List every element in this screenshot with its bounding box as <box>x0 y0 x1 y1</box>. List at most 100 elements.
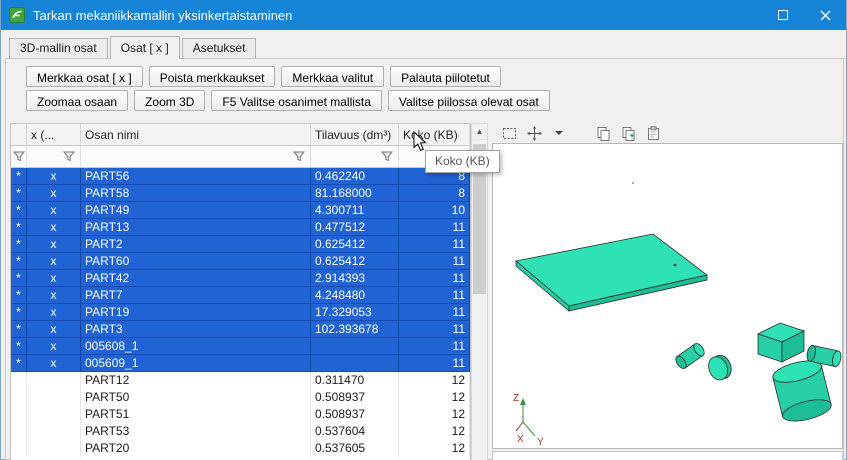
cell-vol[interactable]: 0.508937 <box>311 406 399 423</box>
cell-size[interactable]: 11 <box>399 287 470 304</box>
cell-mark[interactable]: * <box>11 287 27 304</box>
model-disc[interactable] <box>705 352 734 382</box>
cell-size[interactable]: 12 <box>399 372 470 389</box>
cell-vol[interactable]: 0.537604 <box>311 423 399 440</box>
merkkaa-valitut-button[interactable]: Merkkaa valitut <box>281 66 384 87</box>
cell-name[interactable]: PART19 <box>81 304 311 321</box>
cell-xcol[interactable] <box>27 372 81 389</box>
zoom-3d-button[interactable]: Zoom 3D <box>134 90 205 111</box>
chevron-down-icon[interactable] <box>550 124 568 142</box>
tab-3d-mallin-osat[interactable]: 3D-mallin osat <box>9 38 108 58</box>
cell-size[interactable]: 11 <box>399 304 470 321</box>
cell-size[interactable]: 11 <box>399 355 470 372</box>
cell-mark[interactable]: * <box>11 338 27 355</box>
table-row[interactable]: *xPART74.24848011 <box>11 287 470 304</box>
cell-vol[interactable]: 2.914393 <box>311 270 399 287</box>
cell-vol[interactable]: 4.248480 <box>311 287 399 304</box>
cell-size[interactable]: 11 <box>399 270 470 287</box>
cell-name[interactable]: PART51 <box>81 406 311 423</box>
viewport-canvas[interactable]: Z X Y <box>492 143 843 449</box>
cell-name[interactable]: PART53 <box>81 423 311 440</box>
table-scrollbar[interactable]: ▲ <box>471 123 488 460</box>
filter-cell-volume[interactable] <box>311 146 399 168</box>
poista-merkkaukset-button[interactable]: Poista merkkaukset <box>149 66 276 87</box>
cell-xcol[interactable] <box>27 440 81 457</box>
cell-vol[interactable] <box>311 338 399 355</box>
cell-name[interactable]: PART12 <box>81 372 311 389</box>
column-header-x[interactable]: x (... <box>27 124 81 146</box>
cell-name[interactable]: PART2 <box>81 236 311 253</box>
cell-name[interactable]: PART60 <box>81 253 311 270</box>
cell-size[interactable]: 8 <box>399 185 470 202</box>
cell-name[interactable]: PART49 <box>81 202 311 219</box>
cell-mark[interactable]: * <box>11 168 27 185</box>
cell-xcol[interactable] <box>27 406 81 423</box>
cell-xcol[interactable]: x <box>27 185 81 202</box>
cell-name[interactable]: PART3 <box>81 321 311 338</box>
valitse-osanimet-button[interactable]: F5 Valitse osanimet mallista <box>211 90 382 111</box>
cell-mark[interactable] <box>11 372 27 389</box>
cell-xcol[interactable]: x <box>27 202 81 219</box>
table-row[interactable]: *xPART560.4622408 <box>11 168 470 185</box>
cell-vol[interactable]: 0.311470 <box>311 372 399 389</box>
cell-size[interactable]: 12 <box>399 389 470 406</box>
cell-size[interactable]: 12 <box>399 440 470 457</box>
cell-name[interactable]: PART58 <box>81 185 311 202</box>
cell-vol[interactable]: 0.537605 <box>311 440 399 457</box>
tab-asetukset[interactable]: Asetukset <box>182 38 257 58</box>
cell-name[interactable]: 005609_1 <box>81 355 311 372</box>
table-row[interactable]: *xPART600.62541211 <box>11 253 470 270</box>
table-row[interactable]: *xPART130.47751211 <box>11 219 470 236</box>
cell-name[interactable]: PART56 <box>81 168 311 185</box>
cell-mark[interactable] <box>11 406 27 423</box>
cell-xcol[interactable]: x <box>27 168 81 185</box>
paste-icon[interactable] <box>644 124 662 142</box>
filter-cell-mark[interactable] <box>11 146 27 168</box>
cell-size[interactable]: 11 <box>399 219 470 236</box>
column-header-koko[interactable]: Koko (KB) <box>399 124 470 146</box>
cell-size[interactable]: 11 <box>399 338 470 355</box>
cell-size[interactable]: 11 <box>399 253 470 270</box>
cell-xcol[interactable]: x <box>27 304 81 321</box>
model-cylinder-small[interactable] <box>674 342 707 371</box>
cell-size[interactable]: 12 <box>399 423 470 440</box>
filter-cell-name[interactable] <box>81 146 311 168</box>
cell-mark[interactable] <box>11 423 27 440</box>
merkkaa-osat-button[interactable]: Merkkaa osat [ x ] <box>26 66 143 87</box>
cell-name[interactable]: PART7 <box>81 287 311 304</box>
cell-xcol[interactable]: x <box>27 338 81 355</box>
titlebar[interactable]: Tarkan mekaniikkamallin yksinkertaistami… <box>1 0 846 30</box>
cell-mark[interactable] <box>11 389 27 406</box>
cell-name[interactable]: PART42 <box>81 270 311 287</box>
cell-xcol[interactable]: x <box>27 253 81 270</box>
cell-size[interactable]: 12 <box>399 406 470 423</box>
cell-xcol[interactable]: x <box>27 287 81 304</box>
cell-mark[interactable]: * <box>11 219 27 236</box>
table-row[interactable]: *x005609_111 <box>11 355 470 372</box>
cell-xcol[interactable]: x <box>27 270 81 287</box>
cell-mark[interactable] <box>11 440 27 457</box>
valitse-piilossa-button[interactable]: Valitse piilossa olevat osat <box>388 90 550 111</box>
table-row[interactable]: PART120.31147012 <box>11 372 470 389</box>
cell-xcol[interactable]: x <box>27 219 81 236</box>
table-row[interactable]: *xPART5881.1680008 <box>11 185 470 202</box>
tab-osat-x[interactable]: Osat [ x ] <box>110 36 180 59</box>
pan-icon[interactable] <box>525 124 543 142</box>
cell-xcol[interactable] <box>27 389 81 406</box>
cell-mark[interactable]: * <box>11 270 27 287</box>
copy-icon[interactable] <box>594 124 612 142</box>
table-row[interactable]: *xPART494.30071110 <box>11 202 470 219</box>
cell-name[interactable]: PART50 <box>81 389 311 406</box>
scrollbar-up-icon[interactable]: ▲ <box>472 124 487 140</box>
cell-vol[interactable]: 102.393678 <box>311 321 399 338</box>
cell-name[interactable]: PART20 <box>81 440 311 457</box>
cell-vol[interactable]: 0.625412 <box>311 253 399 270</box>
close-button[interactable] <box>804 0 846 30</box>
cell-mark[interactable]: * <box>11 202 27 219</box>
cell-name[interactable]: PART13 <box>81 219 311 236</box>
table-row[interactable]: *xPART1917.32905311 <box>11 304 470 321</box>
cell-mark[interactable]: * <box>11 304 27 321</box>
cell-xcol[interactable] <box>27 423 81 440</box>
cell-vol[interactable]: 81.168000 <box>311 185 399 202</box>
table-row[interactable]: PART200.53760512 <box>11 440 470 457</box>
